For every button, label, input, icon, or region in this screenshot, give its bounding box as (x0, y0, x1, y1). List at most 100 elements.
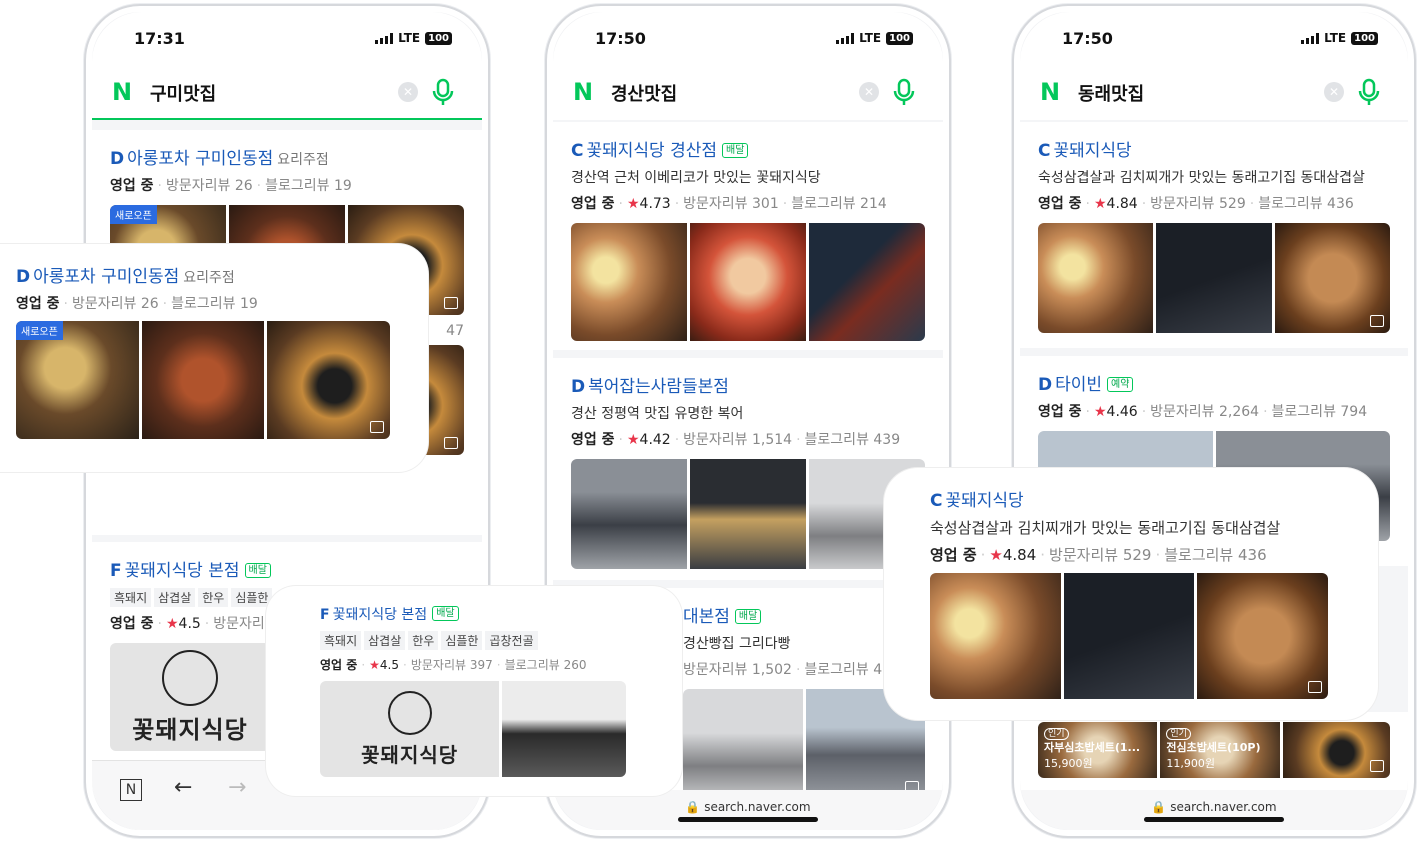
search-bar[interactable]: N 동래맛집 ✕ (1020, 64, 1408, 120)
naver-home-icon[interactable]: N (120, 779, 142, 801)
search-bar[interactable]: N 구미맛집 ✕ (92, 64, 482, 120)
clear-icon[interactable]: ✕ (859, 82, 879, 102)
place-title[interactable]: D 아롱포차 구미인동점 요리주점 (16, 262, 412, 287)
place-title[interactable]: F 꽃돼지식당 본점 배달 (282, 604, 666, 624)
photo-strip[interactable]: 꽃돼지식당 (320, 681, 626, 777)
place-title[interactable]: C 꽃돼지식당 (900, 486, 1362, 511)
image-icon (444, 437, 458, 449)
microphone-icon[interactable] (1358, 78, 1380, 106)
battery-icon: 100 (1351, 31, 1378, 45)
place-name[interactable]: 아롱포차 구미인동점 (33, 267, 179, 287)
microphone-icon[interactable] (893, 78, 915, 106)
naver-logo-icon[interactable]: N (112, 79, 138, 105)
visitor-reviews: 방문자리뷰 1,502 (683, 662, 792, 678)
image-icon (1369, 315, 1384, 327)
rating: 4.84 (1002, 546, 1037, 564)
tag-list: 흑돼지 삼겹살 한우 심플한 곱창전골 (282, 630, 666, 650)
forward-arrow-icon[interactable]: → (228, 775, 246, 800)
place-photo[interactable] (571, 223, 687, 341)
place-photo[interactable] (1274, 223, 1390, 333)
place-name[interactable]: 꽃돼지식당 (1053, 141, 1131, 161)
place-photo[interactable] (683, 689, 803, 799)
star-icon: ★ (369, 658, 380, 672)
place-photo[interactable] (809, 223, 925, 341)
place-name[interactable]: 복어잡는사람들본점 (588, 377, 729, 397)
menu-price: 15,900원 (1044, 757, 1093, 770)
place-name[interactable]: 꽃돼지식당 (945, 491, 1023, 511)
photo-strip[interactable]: 새로오픈 (16, 321, 390, 439)
place-photo[interactable] (690, 459, 806, 569)
blog-reviews: 블로그리뷰 436 (1164, 546, 1267, 564)
place-photo[interactable] (267, 321, 390, 439)
place-card[interactable]: C 꽃돼지식당 경산점 배달 경산역 근처 이베리코가 맛있는 꽃돼지식당 영업 중… (553, 122, 943, 350)
back-arrow-icon[interactable]: ← (174, 775, 192, 800)
photo-strip[interactable] (683, 689, 925, 799)
place-title[interactable]: C 꽃돼지식당 (1038, 136, 1390, 161)
menu-photo-strip[interactable]: 인기 자부심초밥세트(1... 15,900원 인기 전심초밥세트(10P) 11,90… (1038, 722, 1390, 778)
naver-logo-icon[interactable]: N (573, 79, 599, 105)
clear-icon[interactable]: ✕ (398, 82, 418, 102)
zoom-popup-kkotdwaeji[interactable]: F 꽃돼지식당 본점 배달 흑돼지 삼겹살 한우 심플한 곱창전골 영업 중 · ★4.5 · 방문… (266, 586, 682, 796)
visitor-reviews: 방문자리뷰 1,514 (683, 432, 793, 448)
place-photo[interactable] (1063, 573, 1195, 699)
photo-strip[interactable] (930, 573, 1328, 699)
menu-strip[interactable]: 인기 자부심초밥세트(1... 15,900원 인기 전심초밥세트(10P) 11,90… (1020, 712, 1408, 792)
place-name[interactable]: 타이빈 (1055, 375, 1102, 395)
clear-icon[interactable]: ✕ (1324, 82, 1344, 102)
star-icon: ★ (989, 546, 1003, 564)
place-meta: 영업 중 · 방문자리뷰 26 · 블로그리뷰 19 (110, 178, 352, 194)
tag: 한우 (408, 631, 439, 650)
place-photo[interactable] (930, 573, 1061, 699)
address-bar[interactable]: 🔒 search.naver.com (553, 790, 943, 830)
zoom-popup-dongnae[interactable]: C 꽃돼지식당 숙성삼겹살과 김치찌개가 맛있는 동래고기집 동대삼겹살 영업 중… (884, 468, 1378, 720)
url-text[interactable]: search.naver.com (704, 800, 810, 814)
place-name[interactable]: 아롱포차 구미인동점 (127, 149, 273, 169)
place-photo[interactable] (690, 223, 806, 341)
place-title[interactable]: F 꽃돼지식당 본점 배달 (110, 556, 464, 581)
place-title[interactable]: D 복어잡는사람들본점 (571, 372, 925, 397)
battery-icon: 100 (425, 31, 452, 45)
search-input[interactable]: 경산맛집 (611, 80, 677, 106)
photo-strip[interactable] (1038, 223, 1390, 333)
place-photo[interactable] (571, 459, 687, 569)
place-photo[interactable] (1197, 573, 1328, 699)
grade-letter: D (16, 267, 31, 287)
place-photo[interactable] (141, 321, 265, 439)
place-title[interactable]: C 꽃돼지식당 경산점 배달 (571, 136, 925, 161)
place-card[interactable]: C 꽃돼지식당 숙성삼겹살과 김치찌개가 맛있는 동래고기집 동대삼겹살 영업 중… (1020, 122, 1408, 348)
place-photo[interactable]: 새로오픈 (16, 321, 139, 439)
place-photo[interactable] (1156, 223, 1272, 333)
place-name[interactable]: 꽃돼지식당 경산점 (586, 141, 717, 161)
rating: 4.84 (1106, 196, 1138, 212)
menu-item[interactable]: 인기 자부심초밥세트(1... 15,900원 (1038, 722, 1158, 778)
url-text[interactable]: search.naver.com (1170, 800, 1276, 814)
menu-item[interactable]: 인기 전심초밥세트(10P) 11,900원 (1160, 722, 1280, 778)
new-open-badge: 새로오픈 (110, 205, 157, 224)
address-bar[interactable]: 🔒 search.naver.com (1020, 790, 1408, 830)
search-input[interactable]: 동래맛집 (1078, 80, 1144, 106)
blog-reviews: 블로그리뷰 794 (1271, 404, 1368, 420)
place-title[interactable]: D 타이빈 예약 (1038, 370, 1390, 395)
place-name[interactable]: 꽃돼지식당 본점 (125, 561, 240, 581)
star-icon: ★ (165, 616, 179, 632)
place-name[interactable]: 대본점 (683, 607, 730, 627)
microphone-icon[interactable] (432, 78, 454, 106)
photo-strip[interactable]: 꽃돼지식당 (110, 643, 270, 751)
place-photo[interactable]: 꽃돼지식당 (320, 681, 500, 777)
place-title[interactable]: D 아롱포차 구미인동점 요리주점 (110, 144, 464, 169)
search-bar[interactable]: N 경산맛집 ✕ (553, 64, 943, 120)
naver-logo-icon[interactable]: N (1040, 79, 1066, 105)
rating: 4.42 (639, 432, 671, 448)
search-input[interactable]: 구미맛집 (150, 80, 216, 106)
place-photo[interactable] (1038, 223, 1154, 333)
menu-name: 자부심초밥세트(1... (1044, 741, 1141, 754)
place-name[interactable]: 꽃돼지식당 본점 (333, 607, 428, 623)
photo-strip[interactable] (571, 223, 925, 341)
place-photo[interactable] (502, 681, 626, 777)
photo-strip[interactable] (571, 459, 925, 569)
visitor-reviews: 방문자리뷰 26 (165, 178, 253, 194)
place-photo[interactable]: 꽃돼지식당 (110, 643, 270, 751)
menu-item[interactable] (1282, 722, 1390, 778)
zoom-popup-gumi[interactable]: D 아롱포차 구미인동점 요리주점 영업 중 · 방문자리뷰 26 · 블로그리뷰 19 새… (0, 244, 428, 472)
open-status: 영업 중 (571, 196, 615, 212)
